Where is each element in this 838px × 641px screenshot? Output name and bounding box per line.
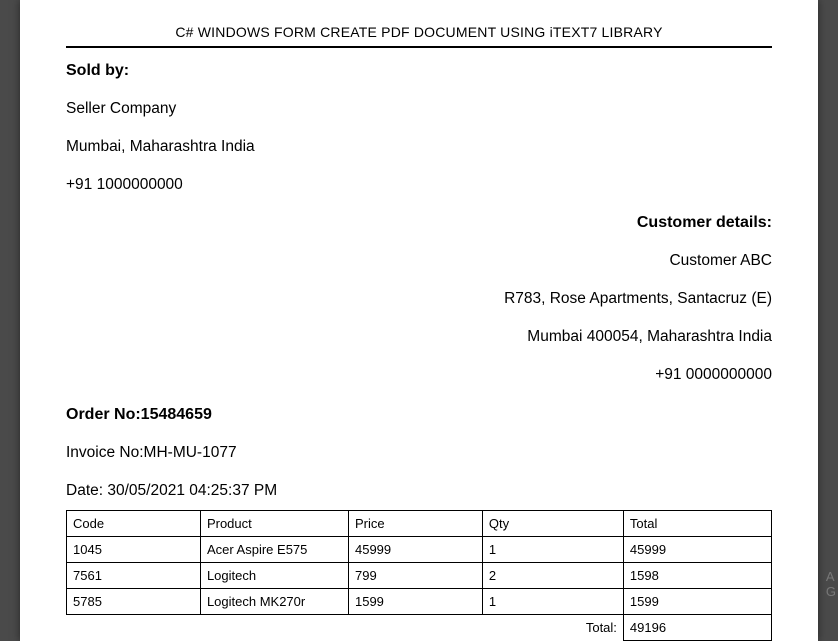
- col-header-product: Product: [200, 511, 348, 537]
- date-value: 30/05/2021 04:25:37 PM: [107, 482, 277, 499]
- seller-company: Seller Company: [66, 100, 772, 118]
- col-header-qty: Qty: [482, 511, 623, 537]
- table-row: 5785 Logitech MK270r 1599 1 1599: [67, 589, 772, 615]
- total-label: Total:: [67, 615, 624, 641]
- customer-section: Customer details: Customer ABC R783, Ros…: [66, 214, 772, 384]
- table-total-row: Total: 49196: [67, 615, 772, 641]
- customer-label: Customer details:: [66, 214, 772, 232]
- sold-by-section: Sold by: Seller Company Mumbai, Maharash…: [66, 62, 772, 194]
- invoice-line: Invoice No:MH-MU-1077: [66, 444, 772, 462]
- order-no-value: 15484659: [141, 406, 212, 423]
- cell-total: 45999: [623, 537, 771, 563]
- order-no-line: Order No:15484659: [66, 406, 772, 424]
- seller-phone: +91 1000000000: [66, 176, 772, 194]
- cell-qty: 2: [482, 563, 623, 589]
- col-header-price: Price: [348, 511, 482, 537]
- table-row: 7561 Logitech 799 2 1598: [67, 563, 772, 589]
- date-label: Date:: [66, 482, 107, 499]
- items-table: Code Product Price Qty Total 1045 Acer A…: [66, 510, 772, 641]
- cell-code: 7561: [67, 563, 201, 589]
- cell-qty: 1: [482, 537, 623, 563]
- watermark: A G: [826, 569, 836, 600]
- cell-total: 1598: [623, 563, 771, 589]
- watermark-line-1: A: [826, 569, 836, 585]
- total-value: 49196: [623, 615, 771, 641]
- sold-by-label: Sold by:: [66, 62, 772, 80]
- cell-total: 1599: [623, 589, 771, 615]
- document-page: C# WINDOWS FORM CREATE PDF DOCUMENT USIN…: [20, 0, 818, 641]
- document-title: C# WINDOWS FORM CREATE PDF DOCUMENT USIN…: [66, 24, 772, 40]
- table-header-row: Code Product Price Qty Total: [67, 511, 772, 537]
- cell-price: 1599: [348, 589, 482, 615]
- cell-code: 1045: [67, 537, 201, 563]
- invoice-label: Invoice No:: [66, 444, 144, 461]
- seller-address: Mumbai, Maharashtra India: [66, 138, 772, 156]
- cell-price: 45999: [348, 537, 482, 563]
- cell-product: Logitech MK270r: [200, 589, 348, 615]
- customer-address-2: Mumbai 400054, Maharashtra India: [66, 328, 772, 346]
- col-header-code: Code: [67, 511, 201, 537]
- cell-code: 5785: [67, 589, 201, 615]
- customer-phone: +91 0000000000: [66, 366, 772, 384]
- cell-product: Acer Aspire E575: [200, 537, 348, 563]
- invoice-no-value: MH-MU-1077: [144, 444, 237, 461]
- cell-product: Logitech: [200, 563, 348, 589]
- col-header-total: Total: [623, 511, 771, 537]
- date-line: Date: 30/05/2021 04:25:37 PM: [66, 482, 772, 500]
- customer-address-1: R783, Rose Apartments, Santacruz (E): [66, 290, 772, 308]
- watermark-line-2: G: [826, 584, 836, 600]
- order-no-label: Order No:: [66, 406, 141, 423]
- cell-qty: 1: [482, 589, 623, 615]
- cell-price: 799: [348, 563, 482, 589]
- table-row: 1045 Acer Aspire E575 45999 1 45999: [67, 537, 772, 563]
- order-section: Order No:15484659 Invoice No:MH-MU-1077 …: [66, 406, 772, 500]
- title-divider: [66, 46, 772, 48]
- customer-name: Customer ABC: [66, 252, 772, 270]
